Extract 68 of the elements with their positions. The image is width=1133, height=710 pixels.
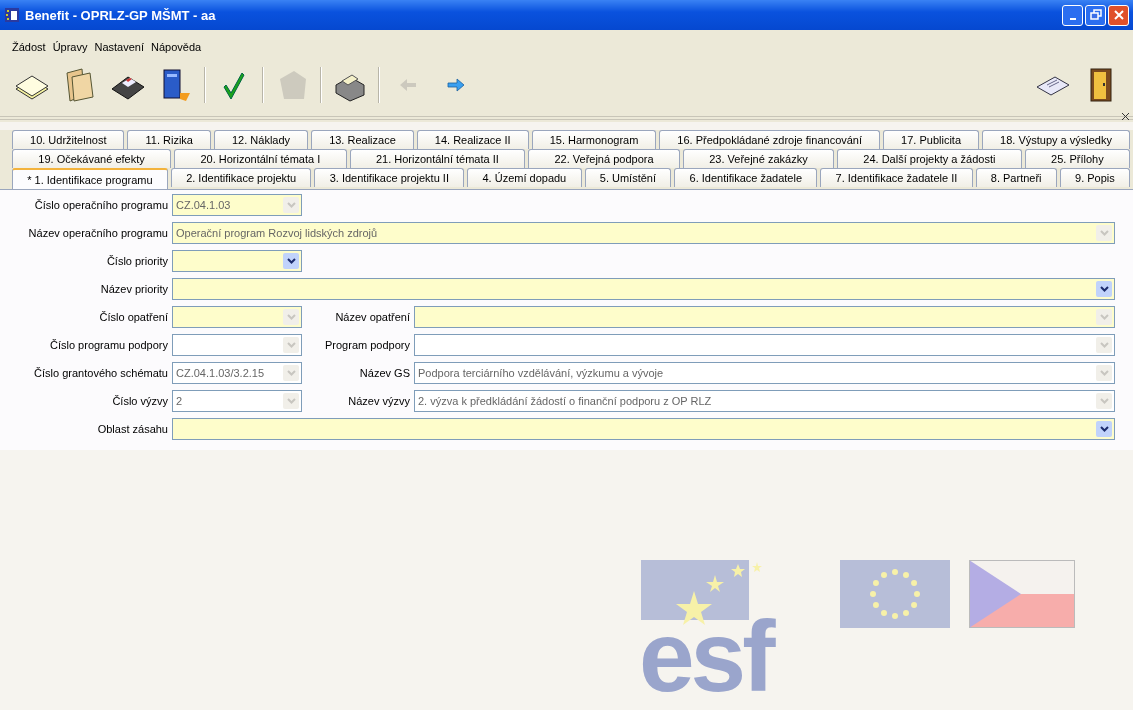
restore-button[interactable] [1085, 4, 1106, 26]
restore-icon [1089, 9, 1102, 21]
tab[interactable]: 8. Partneři [975, 168, 1057, 187]
field-label: Název GS [358, 367, 410, 379]
menu-item[interactable]: Nápověda [151, 40, 202, 54]
tab[interactable]: 9. Popis [1059, 168, 1131, 187]
caret-icon [286, 314, 296, 320]
tab[interactable]: 7. Identifikace žadatele II [820, 168, 973, 187]
esf-logo: esf [641, 560, 821, 698]
tab[interactable]: 17. Publicita [883, 130, 980, 149]
field-label: Číslo opatření [98, 311, 168, 323]
close-icon [1112, 9, 1125, 21]
tab[interactable]: 16. Předpokládané zdroje financování [659, 130, 881, 149]
field-label: Název operačního programu [27, 227, 168, 239]
caret-icon [286, 342, 296, 348]
tab[interactable]: 10. Udržitelnost [12, 130, 125, 149]
field-label: Číslo výzvy [111, 395, 168, 407]
field-label: Oblast zásahu [96, 423, 168, 435]
field-label: Číslo priority [105, 255, 168, 267]
caret-icon [1099, 342, 1109, 348]
minimize-icon [1069, 18, 1076, 20]
dropdown-field[interactable] [172, 418, 1115, 440]
tab[interactable]: 5. Umístění [584, 168, 672, 187]
app-icon [4, 7, 20, 23]
tab[interactable]: 15. Harmonogram [531, 130, 657, 149]
caret-icon [1099, 370, 1109, 376]
tab[interactable]: 19. Očekávané efekty [12, 149, 172, 168]
caret-icon [1099, 314, 1109, 320]
field-label: Název výzvy [347, 395, 410, 407]
caret-icon [1099, 230, 1109, 236]
tab[interactable]: 18. Výstupy a výsledky [982, 130, 1130, 149]
tab[interactable]: 2. Identifikace projektu [170, 168, 312, 187]
field-label: Číslo programu podpory [49, 339, 168, 351]
caret-icon [286, 258, 296, 264]
field-label: Program podpory [324, 339, 410, 351]
tab[interactable]: 21. Horizontální témata II [349, 149, 526, 168]
caret-icon [1099, 426, 1109, 432]
tab[interactable]: 3. Identifikace projektu II [314, 168, 465, 187]
menu-item[interactable]: Nastavení [94, 40, 144, 54]
tab[interactable]: 13. Realizace [311, 130, 414, 149]
tab[interactable]: 6. Identifikace žadatele [674, 168, 818, 187]
tab[interactable]: 25. Přílohy [1024, 149, 1130, 168]
field-label: Název priority [99, 283, 168, 295]
tab[interactable]: 24. Další projekty a žádosti [837, 149, 1022, 168]
tab[interactable]: 20. Horizontální témata I [174, 149, 347, 168]
caret-icon [286, 398, 296, 404]
caret-icon [286, 202, 296, 208]
close-button[interactable] [1108, 4, 1129, 26]
field-label: Číslo operačního programu [33, 199, 168, 211]
caret-icon [286, 370, 296, 376]
tab[interactable]: 22. Veřejná podpora [528, 149, 680, 168]
caret-icon [1099, 286, 1109, 292]
tab[interactable]: * 1. Identifikace programu [12, 168, 168, 189]
dropdown-field[interactable] [172, 250, 302, 272]
tab[interactable]: 11. Rizika [127, 130, 211, 149]
tab[interactable]: 4. Území dopadu [467, 168, 582, 187]
close-icon[interactable] [1122, 113, 1131, 122]
field-label: Číslo grantového schématu [33, 367, 168, 379]
window-title: Benefit - OPRLZ-GP MŠMT - aa [25, 7, 217, 23]
minimize-button[interactable] [1062, 4, 1083, 26]
menu-item[interactable]: Úpravy [52, 40, 88, 54]
tab[interactable]: 12. Náklady [214, 130, 309, 149]
dropdown-field[interactable] [172, 278, 1115, 300]
tab[interactable]: 23. Veřejné zakázky [682, 149, 834, 168]
tab[interactable]: 14. Realizace II [416, 130, 529, 149]
menu-item[interactable]: Žádost [12, 40, 46, 54]
field-label: Název opatření [334, 311, 410, 323]
caret-icon [1099, 398, 1109, 404]
